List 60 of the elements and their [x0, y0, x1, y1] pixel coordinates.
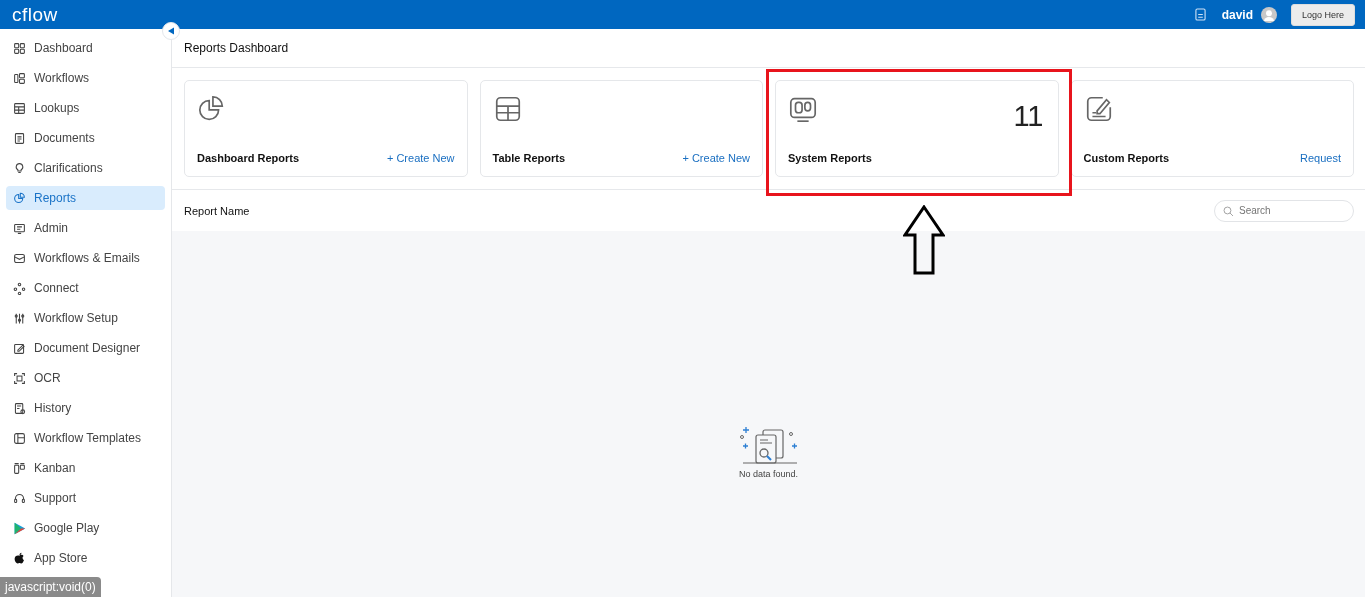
edit-icon — [13, 341, 26, 355]
sidebar-item[interactable]: Workflow Setup — [6, 306, 165, 330]
sidebar-item[interactable]: Workflows & Emails — [6, 246, 165, 270]
card-title: Table Reports — [492, 152, 566, 164]
sidebar-item[interactable]: Kanban — [6, 456, 165, 480]
sidebar-item[interactable]: Dashboard — [6, 36, 165, 60]
search-field[interactable]: Search — [1214, 199, 1354, 222]
sidebar-item[interactable]: History — [6, 396, 165, 420]
card-link[interactable]: + Create New — [682, 152, 750, 164]
collapse-button[interactable] — [162, 22, 180, 40]
sidebar-item[interactable]: Documents — [6, 126, 165, 150]
empty-message: No data found. — [738, 469, 798, 479]
document-icon — [13, 401, 26, 415]
sidebar-item[interactable]: Clarifications — [6, 156, 165, 180]
grid-icon — [13, 71, 26, 85]
user-name[interactable]: david — [1221, 7, 1253, 22]
report-card[interactable]: Dashboard Reports + Create New — [184, 80, 468, 177]
sliders-icon — [13, 311, 26, 325]
nodes-icon — [13, 281, 26, 295]
sidebar-item[interactable]: Workflow Templates — [6, 426, 165, 450]
apple-icon — [13, 551, 26, 565]
page-title: Reports Dashboard — [172, 29, 1365, 68]
sidebar-item[interactable]: Connect — [6, 276, 165, 300]
card-link[interactable]: Request — [1300, 152, 1341, 164]
sidebar-item[interactable]: Lookups — [6, 96, 165, 120]
report-count: 11 — [1013, 100, 1044, 133]
empty-documents-drawing — [738, 426, 799, 466]
envelope-icon — [13, 251, 26, 265]
sidebar-item[interactable]: OCR — [6, 366, 165, 390]
sidebar-item[interactable]: Support — [6, 486, 165, 510]
pie-chart-icon — [13, 191, 26, 205]
status-bar: javascript:void(0) — [0, 577, 101, 597]
sidebar-item[interactable]: Document Designer — [6, 336, 165, 360]
column-header: Report Name — [184, 204, 250, 217]
headset-icon — [13, 491, 26, 505]
card-title: Custom Reports — [1083, 152, 1170, 164]
up-arrow-drawing — [903, 205, 945, 275]
card-title: Dashboard Reports — [197, 152, 300, 164]
grid-icon — [13, 41, 26, 55]
card-link[interactable]: + Create New — [386, 152, 455, 164]
layout-icon — [13, 431, 26, 445]
scan-icon — [13, 371, 26, 385]
sidebar-item[interactable]: Google Play — [6, 516, 165, 540]
columns-icon — [13, 461, 26, 475]
lightbulb-icon — [13, 161, 26, 175]
sidebar-item[interactable]: Reports — [6, 186, 165, 210]
table-icon — [13, 101, 26, 115]
screen-icon — [13, 221, 26, 235]
sidebar-item[interactable]: App Store — [6, 546, 165, 570]
avatar-icon[interactable] — [1260, 6, 1277, 23]
sidebar-item[interactable]: Admin — [6, 216, 165, 240]
card-title: System Reports — [788, 152, 872, 164]
logo[interactable]: cflow — [12, 3, 58, 26]
report-card[interactable]: 11 System Reports — [775, 80, 1059, 177]
sidebar-item[interactable]: Workflows — [6, 66, 165, 90]
play-icon — [13, 521, 26, 535]
document-icon[interactable] — [1194, 8, 1206, 21]
logo-button[interactable]: Logo Here — [1290, 3, 1355, 26]
document-icon — [13, 131, 26, 145]
report-card[interactable]: Table Reports + Create New — [479, 80, 763, 177]
